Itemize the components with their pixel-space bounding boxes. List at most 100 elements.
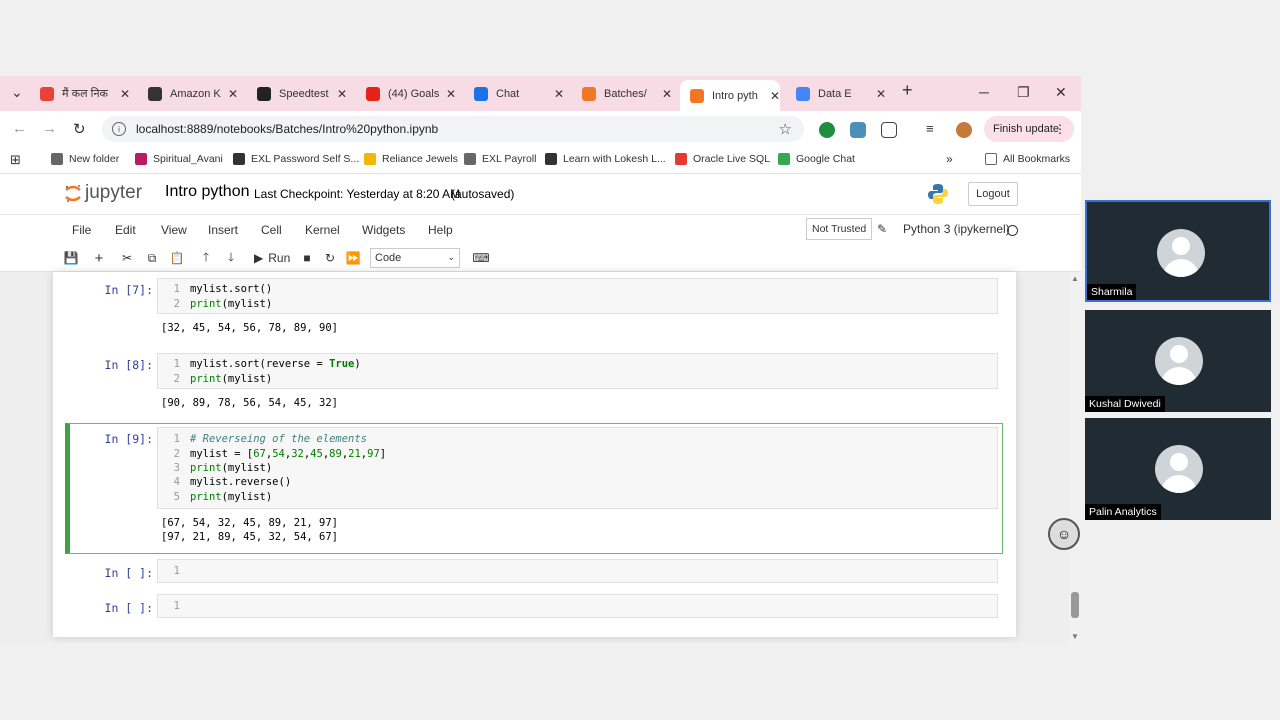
- close-tab-icon[interactable]: ✕: [662, 87, 672, 101]
- bookmark-item[interactable]: Google Chat: [778, 153, 855, 165]
- close-tab-icon[interactable]: ✕: [120, 87, 130, 101]
- cell-input[interactable]: 1 # Reverseing of the elements 2 mylist = …: [157, 427, 998, 509]
- menu-kernel[interactable]: Kernel: [305, 223, 340, 237]
- menu-view[interactable]: View: [161, 223, 187, 237]
- menu-file[interactable]: File: [72, 223, 91, 237]
- code-cell[interactable]: In [ ]: 1: [65, 558, 1003, 588]
- browser-tab[interactable]: Chat ✕: [474, 80, 564, 107]
- jupyter-toolbar: 💾 + ✂ ⧉ 📋 🡑 🡓 ▶ Run ■ ↻ ⏩ Code ⌄ ⌨: [0, 244, 1081, 272]
- logout-button[interactable]: Logout: [968, 182, 1018, 206]
- cell-prompt: In [ ]:: [104, 601, 153, 615]
- bookmark-item[interactable]: EXL Password Self S...: [233, 153, 359, 165]
- browser-tab[interactable]: (44) Goals ✕: [366, 80, 456, 107]
- close-tab-icon[interactable]: ✕: [876, 87, 886, 101]
- menu-edit[interactable]: Edit: [115, 223, 136, 237]
- bookmark-item[interactable]: Spiritual_Avani: [135, 153, 223, 165]
- browser-tab[interactable]: Amazon K ✕: [148, 80, 238, 107]
- tab-title: (44) Goals: [388, 87, 440, 100]
- notebook-name[interactable]: Intro python: [165, 183, 250, 201]
- avatar: [1155, 445, 1203, 493]
- scrollbar-thumb[interactable]: [1071, 592, 1079, 618]
- browser-tab[interactable]: Intro pyth ✕: [680, 80, 780, 111]
- tab-search-chevron-icon[interactable]: ⌄: [11, 84, 23, 101]
- insert-cell-icon[interactable]: +: [88, 247, 110, 269]
- cut-icon[interactable]: ✂: [116, 247, 138, 269]
- cell-input[interactable]: 1 mylist.sort() 2 print(mylist): [157, 278, 998, 314]
- bookmark-item[interactable]: EXL Payroll: [464, 153, 536, 165]
- participant-tile[interactable]: Palin Analytics: [1085, 418, 1271, 520]
- bookmark-item[interactable]: New folder: [51, 153, 119, 165]
- new-tab-button[interactable]: +: [902, 80, 913, 101]
- reload-button[interactable]: ↻: [73, 120, 86, 138]
- all-bookmarks[interactable]: All Bookmarks: [985, 153, 1070, 165]
- participant-tile[interactable]: Kushal Dwivedi: [1085, 310, 1271, 412]
- bookmark-star-icon[interactable]: ☆: [779, 120, 792, 138]
- code-cell[interactable]: In [7]: 1 mylist.sort() 2 print(mylist) [3…: [65, 274, 1003, 346]
- close-tab-icon[interactable]: ✕: [337, 87, 347, 101]
- url-omnibox[interactable]: i localhost:8889/notebooks/Batches/Intro…: [102, 116, 804, 142]
- not-trusted-button[interactable]: Not Trusted: [806, 218, 873, 240]
- interrupt-stop-icon[interactable]: ■: [296, 247, 318, 269]
- notebook-scrollbar[interactable]: ▲ ▼: [1069, 272, 1081, 643]
- close-tab-icon[interactable]: ✕: [554, 87, 564, 101]
- cell-type-select[interactable]: Code ⌄: [370, 248, 460, 268]
- participant-tile[interactable]: Sharmila: [1085, 200, 1271, 302]
- cell-output: [32, 45, 54, 56, 78, 89, 90]: [161, 322, 339, 334]
- floating-avatar-icon[interactable]: ☺: [1048, 518, 1080, 550]
- bookmark-label: Reliance Jewels: [382, 153, 458, 165]
- move-up-icon[interactable]: 🡑: [195, 247, 217, 269]
- bookmark-icon: [135, 153, 147, 165]
- amazon-icon: [148, 86, 162, 101]
- cell-input[interactable]: 1: [157, 559, 998, 583]
- bookmark-item[interactable]: Reliance Jewels: [364, 153, 458, 165]
- restore-button[interactable]: ❐: [1017, 84, 1030, 101]
- site-info-icon[interactable]: i: [112, 122, 126, 136]
- restart-run-all-icon[interactable]: ⏩: [342, 247, 364, 269]
- extensions-puzzle-icon[interactable]: [881, 122, 897, 138]
- url-text[interactable]: localhost:8889/notebooks/Batches/Intro%2…: [136, 122, 438, 136]
- menu-help[interactable]: Help: [428, 223, 453, 237]
- minimize-button[interactable]: ─: [979, 84, 989, 100]
- copy-icon[interactable]: ⧉: [141, 247, 163, 269]
- back-button[interactable]: ←: [12, 120, 27, 137]
- apps-grid-icon[interactable]: ⊞: [10, 152, 21, 168]
- keyboard-shortcuts-icon[interactable]: ⌨: [470, 247, 492, 269]
- close-window-button[interactable]: ✕: [1055, 84, 1067, 101]
- jupyter-logo[interactable]: jupyter: [63, 182, 142, 204]
- cell-input[interactable]: 1 mylist.sort(reverse = True) 2 print(myli…: [157, 353, 998, 389]
- code-cell[interactable]: In [8]: 1 mylist.sort(reverse = True) 2 pr…: [65, 349, 1003, 421]
- close-tab-icon[interactable]: ✕: [228, 87, 238, 101]
- scroll-down-icon[interactable]: ▼: [1071, 632, 1079, 641]
- profile-avatar-icon[interactable]: [956, 122, 972, 138]
- save-icon[interactable]: 💾: [60, 247, 82, 269]
- forward-button[interactable]: →: [42, 120, 57, 137]
- bookmark-item[interactable]: Learn with Lokesh L...: [545, 153, 666, 165]
- browser-tab[interactable]: मैं कल निक ✕: [40, 80, 130, 107]
- browser-tab[interactable]: Speedtest ✕: [257, 80, 347, 107]
- run-button[interactable]: ▶ Run: [248, 247, 296, 269]
- browser-tab[interactable]: Data E ✕: [796, 80, 886, 107]
- menu-cell[interactable]: Cell: [261, 223, 282, 237]
- close-tab-icon[interactable]: ✕: [446, 87, 456, 101]
- edit-pencil-icon[interactable]: ✎: [877, 222, 887, 236]
- reading-list-icon[interactable]: ≡: [926, 121, 942, 137]
- code-cell[interactable]: In [ ]: 1: [65, 593, 1003, 623]
- grammarly-icon[interactable]: [819, 122, 835, 138]
- move-down-icon[interactable]: 🡓: [220, 247, 242, 269]
- folder-icon: [985, 153, 997, 165]
- paste-icon[interactable]: 📋: [166, 247, 188, 269]
- cell-input[interactable]: 1: [157, 594, 998, 618]
- close-tab-icon[interactable]: ✕: [770, 89, 780, 103]
- menu-widgets[interactable]: Widgets: [362, 223, 405, 237]
- kernel-name[interactable]: Python 3 (ipykernel): [903, 222, 1010, 236]
- code-cell-selected[interactable]: In [9]: 1 # Reverseing of the elements 2m…: [65, 423, 1003, 554]
- finish-update-button[interactable]: Finish update ⋮: [984, 116, 1074, 142]
- bookmark-item[interactable]: Oracle Live SQL: [675, 153, 770, 165]
- more-bookmarks-chevron-icon[interactable]: »: [946, 152, 953, 166]
- more-menu-icon[interactable]: ⋮: [1054, 122, 1066, 136]
- browser-tab[interactable]: Batches/ ✕: [582, 80, 672, 107]
- scroll-up-icon[interactable]: ▲: [1071, 274, 1079, 283]
- extension-icon[interactable]: [850, 122, 866, 138]
- menu-insert[interactable]: Insert: [208, 223, 238, 237]
- restart-icon[interactable]: ↻: [319, 247, 341, 269]
